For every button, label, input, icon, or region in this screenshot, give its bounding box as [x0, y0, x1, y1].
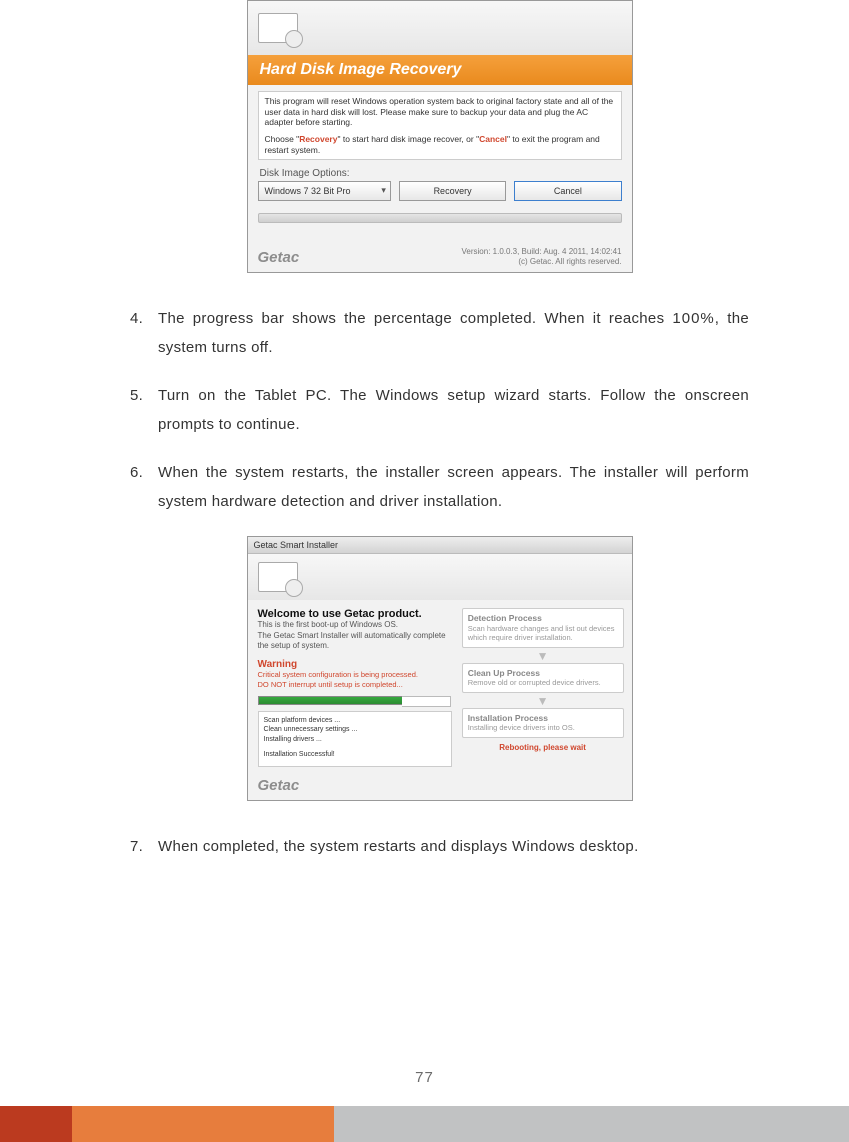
options-label: Disk Image Options: — [248, 166, 632, 181]
keyword-recovery: Recovery — [299, 134, 337, 144]
keyword-100pct: 100% — [672, 310, 714, 327]
cancel-button[interactable]: Cancel — [514, 181, 621, 201]
os-select[interactable]: Windows 7 32 Bit Pro — [258, 181, 391, 201]
page-number: 77 — [0, 1069, 849, 1086]
installer-log: Scan platform devices ... Clean unnecess… — [258, 711, 452, 767]
cleanup-card: Clean Up Process Remove old or corrupted… — [462, 663, 624, 693]
dialog-description: This program will reset Windows operatio… — [258, 91, 622, 160]
dialog-title: Hard Disk Image Recovery — [248, 55, 632, 85]
step-5: 5. Turn on the Tablet PC. The Windows se… — [130, 382, 749, 439]
warning-heading: Warning — [258, 659, 452, 670]
detection-card: Detection Process Scan hardware changes … — [462, 608, 624, 647]
laptop-icon — [258, 562, 298, 592]
welcome-heading: Welcome to use Getac product. — [258, 608, 452, 620]
dialog-header — [248, 1, 632, 55]
installer-screenshot: Getac Smart Installer Welcome to use Get… — [247, 536, 633, 801]
installation-card: Installation Process Installing device d… — [462, 708, 624, 738]
instruction-steps-2: 7. When completed, the system restarts a… — [130, 833, 749, 862]
footer-bar-grey — [334, 1106, 849, 1142]
step-7: 7. When completed, the system restarts a… — [130, 833, 749, 862]
step-6: 6. When the system restarts, the install… — [130, 459, 749, 516]
brand-label: Getac — [258, 777, 622, 794]
warning-text2: DO NOT interrupt until setup is complete… — [258, 680, 452, 690]
step-4: 4. The progress bar shows the percentage… — [130, 305, 749, 362]
warning-text1: Critical system configuration is being p… — [258, 670, 452, 680]
arrow-down-icon: ▼ — [462, 695, 624, 707]
footer-bar-red — [0, 1106, 72, 1142]
footer-bar-orange — [72, 1106, 334, 1142]
laptop-icon — [258, 13, 298, 43]
arrow-down-icon: ▼ — [462, 650, 624, 662]
recovery-button[interactable]: Recovery — [399, 181, 506, 201]
brand-label: Getac — [258, 249, 300, 266]
installer-progress-bar — [258, 696, 404, 705]
panel-text-1: This program will reset Windows operatio… — [265, 96, 615, 128]
progress-bar — [258, 213, 622, 223]
version-info: Version: 1.0.0.3, Build: Aug. 4 2011, 14… — [462, 247, 622, 266]
reboot-message: Rebooting, please wait — [462, 740, 624, 754]
welcome-sub2: The Getac Smart Installer will automatic… — [258, 631, 452, 652]
recovery-dialog-screenshot: Hard Disk Image Recovery This program wi… — [247, 0, 633, 273]
instruction-steps: 4. The progress bar shows the percentage… — [130, 305, 749, 516]
footer-bars — [0, 1106, 849, 1142]
panel-text-2: Choose "Recovery" to start hard disk ima… — [265, 134, 615, 155]
installer-header — [248, 554, 632, 600]
keyword-cancel: Cancel — [479, 134, 507, 144]
welcome-sub1: This is the first boot-up of Windows OS. — [258, 620, 452, 630]
installer-titlebar: Getac Smart Installer — [248, 537, 632, 554]
